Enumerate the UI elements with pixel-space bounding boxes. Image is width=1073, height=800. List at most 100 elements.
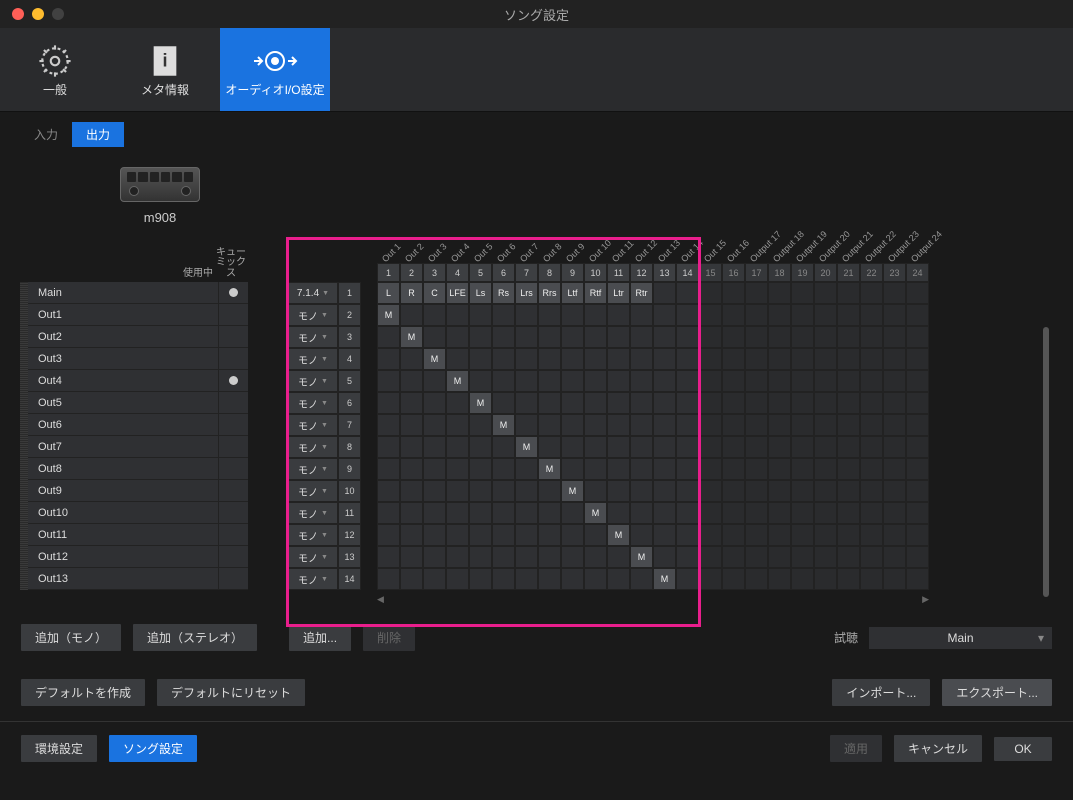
column-number[interactable]: 7 — [515, 263, 538, 282]
matrix-cell[interactable]: M — [515, 436, 538, 458]
matrix-cell[interactable] — [906, 392, 929, 414]
matrix-cell[interactable] — [653, 348, 676, 370]
matrix-cell[interactable] — [607, 348, 630, 370]
matrix-cell[interactable] — [768, 480, 791, 502]
matrix-cell[interactable] — [699, 392, 722, 414]
format-selector[interactable]: モノ▼ — [288, 348, 338, 370]
matrix-cell[interactable] — [768, 282, 791, 304]
matrix-cell[interactable] — [676, 304, 699, 326]
matrix-cell[interactable] — [607, 392, 630, 414]
matrix-cell[interactable] — [423, 458, 446, 480]
matrix-cell[interactable] — [699, 326, 722, 348]
matrix-cell[interactable] — [814, 502, 837, 524]
matrix-cell[interactable] — [423, 546, 446, 568]
matrix-cell[interactable] — [837, 414, 860, 436]
matrix-cell[interactable]: R — [400, 282, 423, 304]
matrix-cell[interactable] — [722, 568, 745, 590]
matrix-cell[interactable] — [584, 436, 607, 458]
column-number[interactable]: 8 — [538, 263, 561, 282]
matrix-cell[interactable] — [699, 348, 722, 370]
format-selector[interactable]: 7.1.4▼ — [288, 282, 338, 304]
subtab-input[interactable]: 入力 — [20, 122, 72, 147]
matrix-cell[interactable] — [400, 568, 423, 590]
matrix-cell[interactable] — [768, 524, 791, 546]
channel-row[interactable]: Out6 — [20, 414, 248, 436]
inuse-cell[interactable] — [218, 282, 248, 304]
matrix-cell[interactable] — [653, 524, 676, 546]
matrix-cell[interactable] — [814, 414, 837, 436]
matrix-cell[interactable] — [906, 502, 929, 524]
matrix-cell[interactable] — [768, 304, 791, 326]
matrix-cell[interactable] — [630, 458, 653, 480]
row-handle[interactable] — [20, 480, 28, 502]
matrix-cell[interactable] — [538, 568, 561, 590]
matrix-cell[interactable] — [423, 414, 446, 436]
matrix-cell[interactable]: M — [653, 568, 676, 590]
matrix-cell[interactable] — [446, 502, 469, 524]
matrix-cell[interactable] — [630, 568, 653, 590]
matrix-cell[interactable] — [676, 348, 699, 370]
matrix-cell[interactable] — [722, 546, 745, 568]
matrix-cell[interactable] — [515, 326, 538, 348]
channel-name[interactable]: Out11 — [28, 524, 218, 546]
matrix-cell[interactable] — [814, 524, 837, 546]
matrix-cell[interactable] — [423, 436, 446, 458]
matrix-cell[interactable] — [538, 524, 561, 546]
matrix-cell[interactable] — [860, 348, 883, 370]
matrix-cell[interactable] — [883, 568, 906, 590]
matrix-cell[interactable] — [745, 348, 768, 370]
matrix-cell[interactable] — [653, 480, 676, 502]
matrix-cell[interactable] — [883, 392, 906, 414]
matrix-cell[interactable] — [446, 414, 469, 436]
channel-row[interactable]: Out10 — [20, 502, 248, 524]
matrix-cell[interactable] — [814, 282, 837, 304]
row-handle[interactable] — [20, 370, 28, 392]
matrix-cell[interactable]: M — [630, 546, 653, 568]
matrix-cell[interactable] — [561, 502, 584, 524]
matrix-cell[interactable] — [607, 326, 630, 348]
channel-row[interactable]: Out9 — [20, 480, 248, 502]
matrix-cell[interactable] — [860, 282, 883, 304]
matrix-cell[interactable] — [630, 414, 653, 436]
matrix-cell[interactable] — [676, 326, 699, 348]
matrix-cell[interactable] — [883, 546, 906, 568]
matrix-cell[interactable] — [492, 304, 515, 326]
matrix-cell[interactable] — [745, 392, 768, 414]
window-minimize-button[interactable] — [32, 8, 44, 20]
matrix-cell[interactable] — [446, 436, 469, 458]
matrix-cell[interactable] — [860, 392, 883, 414]
matrix-cell[interactable] — [906, 348, 929, 370]
channel-name[interactable]: Out8 — [28, 458, 218, 480]
row-handle[interactable] — [20, 304, 28, 326]
matrix-cell[interactable] — [653, 502, 676, 524]
matrix-cell[interactable] — [400, 392, 423, 414]
channel-name[interactable]: Out6 — [28, 414, 218, 436]
matrix-cell[interactable] — [377, 392, 400, 414]
matrix-cell[interactable] — [377, 480, 400, 502]
matrix-cell[interactable] — [492, 546, 515, 568]
matrix-cell[interactable] — [469, 348, 492, 370]
matrix-cell[interactable]: M — [538, 458, 561, 480]
matrix-cell[interactable] — [699, 546, 722, 568]
format-selector[interactable]: モノ▼ — [288, 546, 338, 568]
matrix-cell[interactable] — [377, 436, 400, 458]
matrix-cell[interactable] — [745, 436, 768, 458]
matrix-cell[interactable] — [377, 458, 400, 480]
matrix-cell[interactable] — [584, 480, 607, 502]
matrix-cell[interactable] — [515, 348, 538, 370]
matrix-cell[interactable] — [561, 436, 584, 458]
column-number[interactable]: 9 — [561, 263, 584, 282]
matrix-cell[interactable] — [699, 480, 722, 502]
matrix-cell[interactable] — [676, 502, 699, 524]
matrix-cell[interactable] — [400, 458, 423, 480]
matrix-cell[interactable] — [469, 546, 492, 568]
cancel-button[interactable]: キャンセル — [893, 734, 983, 763]
channel-row[interactable]: Out7 — [20, 436, 248, 458]
format-selector[interactable]: モノ▼ — [288, 458, 338, 480]
matrix-cell[interactable] — [630, 370, 653, 392]
matrix-cell[interactable] — [722, 348, 745, 370]
matrix-cell[interactable] — [722, 502, 745, 524]
matrix-cell[interactable] — [906, 282, 929, 304]
matrix-cell[interactable] — [883, 524, 906, 546]
channel-name[interactable]: Out7 — [28, 436, 218, 458]
